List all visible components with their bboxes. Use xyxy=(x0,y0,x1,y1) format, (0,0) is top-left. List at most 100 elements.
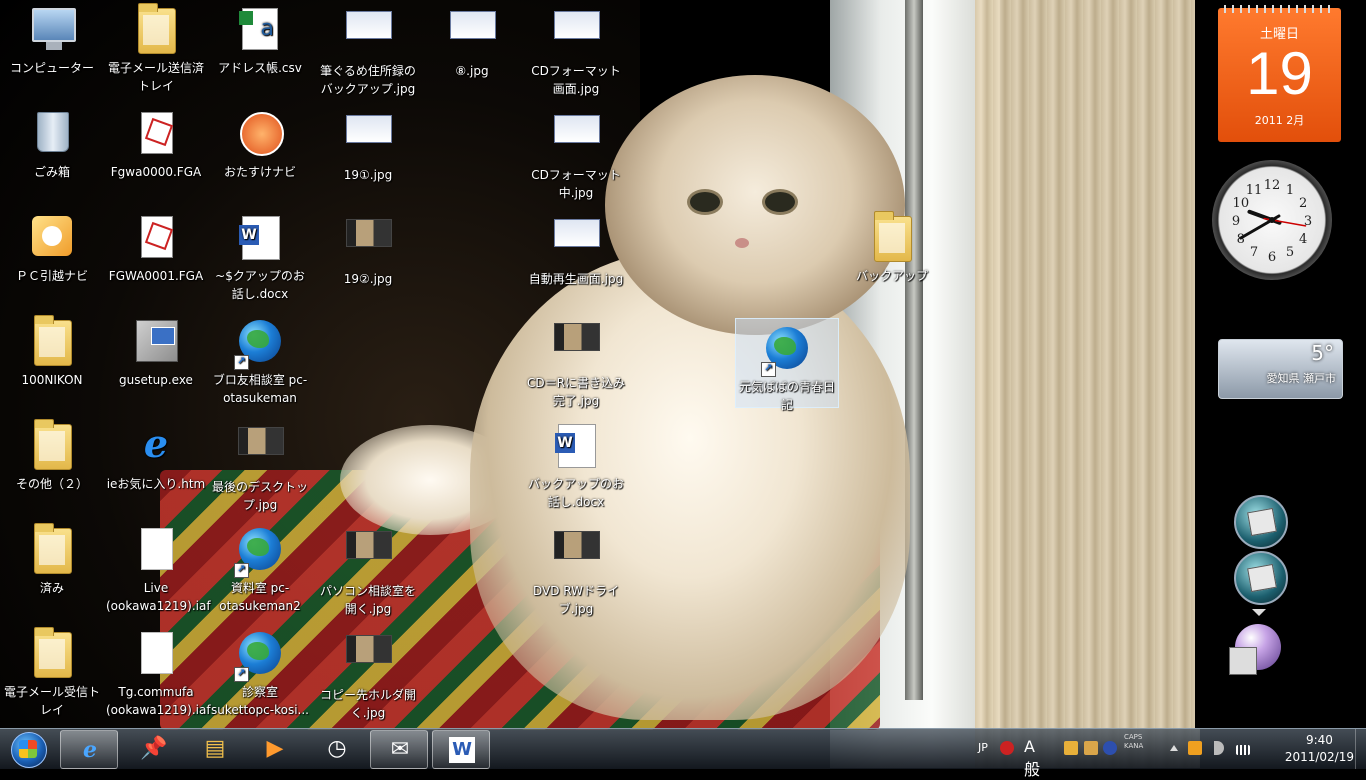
taskbar-clock-app-button[interactable]: ◷ xyxy=(308,730,364,767)
media-player-icon: ▶ xyxy=(266,736,284,761)
clock-numeral: 6 xyxy=(1268,250,1276,265)
thumbdark-icon xyxy=(552,323,600,371)
desktop-icon[interactable]: a アドレス帳.csv xyxy=(208,0,312,77)
clock-numeral: 8 xyxy=(1237,232,1245,247)
desktop-icon[interactable]: コンピューター xyxy=(0,0,104,77)
windows-logo-icon xyxy=(19,740,37,758)
language-indicator[interactable]: JP xyxy=(978,741,988,754)
volume-icon[interactable] xyxy=(1214,741,1224,755)
taskbar-media-player-button[interactable]: ▶ xyxy=(246,730,302,767)
ime-dictionary-icon[interactable] xyxy=(1084,741,1098,755)
taskbar-internet-explorer-button[interactable]: e xyxy=(60,730,118,769)
desktop-icon-label: その他（２） xyxy=(15,477,88,491)
desktop-icon[interactable]: Fgwa0000.FGA xyxy=(104,104,208,181)
desktop-icon[interactable]: ↗ ブロ友相談室 pc-otasukeman xyxy=(208,312,312,407)
thumb-icon xyxy=(552,115,600,163)
desktop-icon[interactable]: コピー先ホルダ開く.jpg xyxy=(316,624,420,722)
desktop-icon[interactable]: ~$クアップのお話し.docx xyxy=(208,208,312,303)
desktop-icon[interactable]: ↗ 資料室 pc-otasukeman2 xyxy=(208,520,312,615)
desktop-icon-label: 電子メール送信済トレイ xyxy=(107,61,204,93)
ime-icon[interactable] xyxy=(1000,741,1014,755)
desktop-icon[interactable]: 電子メール送信済トレイ xyxy=(104,0,208,95)
slideshow-gadget-button[interactable] xyxy=(1234,551,1288,605)
thumb-icon xyxy=(448,11,496,59)
help-icon[interactable] xyxy=(1103,741,1117,755)
desktop-icon[interactable]: 19②.jpg xyxy=(316,208,420,288)
clock-gadget[interactable]: 12 1 2 3 4 5 6 7 8 9 10 11 xyxy=(1212,160,1332,280)
thumb-icon xyxy=(344,11,392,59)
wallpaper-window-frame xyxy=(905,0,923,700)
desktop-icon[interactable]: 19①.jpg xyxy=(316,104,420,184)
ime-mode[interactable]: A 般 xyxy=(1024,737,1040,780)
clock-numeral: 4 xyxy=(1299,232,1307,247)
ime-tool-icon[interactable] xyxy=(1064,741,1078,755)
desktop-icon[interactable]: CDフォーマット画面.jpg xyxy=(524,0,628,98)
thumbdark-icon xyxy=(236,427,284,475)
desktop-icon-label: FGWA0001.FGA xyxy=(108,269,204,283)
desktop-icon[interactable]: e ieお気に入り.htm xyxy=(104,416,208,493)
caps-kana-indicator: CAPS KANA xyxy=(1124,733,1143,751)
taskbar-word-button[interactable]: W xyxy=(432,730,490,769)
clock-numeral: 3 xyxy=(1304,214,1312,229)
desktop-icon[interactable]: ＰＣ引越ナビ xyxy=(0,208,104,285)
desktop-icon[interactable]: CD＝Rに書き込み完了.jpg xyxy=(524,312,628,410)
desktop-icon-label: 19②.jpg xyxy=(343,272,393,286)
desktop-icon[interactable]: 済み xyxy=(0,520,104,597)
blank-icon xyxy=(132,528,180,576)
folder-icon xyxy=(28,627,76,680)
desktop-icon[interactable]: ごみ箱 xyxy=(0,104,104,181)
calendar-gadget[interactable]: 土曜日 19 2011 2月 xyxy=(1218,5,1341,142)
desktop-icon[interactable]: 自動再生画面.jpg xyxy=(524,208,628,288)
mail-icon: ✉ xyxy=(390,737,410,762)
photo-gadget-button[interactable] xyxy=(1234,495,1288,549)
desktop-icon[interactable]: 100NIKON xyxy=(0,312,104,389)
desktop-icon[interactable]: 最後のデスクトップ.jpg xyxy=(208,416,312,514)
chevron-down-icon[interactable] xyxy=(1252,609,1266,616)
weather-temperature: 5° xyxy=(1311,341,1334,365)
taskbar-pushpin-button[interactable]: 📌 xyxy=(124,730,180,767)
notification-icon[interactable] xyxy=(1188,741,1202,755)
desktop-icon[interactable]: バックアップのお話し.docx xyxy=(524,416,628,511)
desktop-icon[interactable]: Tg.commufa (ookawa1219).iaf xyxy=(104,624,211,719)
desktop-icon[interactable]: パソコン相談室を開く.jpg xyxy=(316,520,420,618)
thumb-icon xyxy=(552,11,600,59)
blank-icon xyxy=(132,632,180,680)
taskbar-date: 2011/02/19 xyxy=(1284,750,1354,764)
desktop-icon-label: コピー先ホルダ開く.jpg xyxy=(319,688,416,720)
desktop-icon[interactable]: ↗ 元気ばばの青春日記 xyxy=(735,318,839,412)
desktop-icon[interactable]: 電子メール受信トレイ xyxy=(0,624,104,719)
word-icon xyxy=(552,424,600,472)
taskbar-clock[interactable]: 9:40 2011/02/19 xyxy=(1285,732,1354,766)
desktop-icon[interactable]: 筆ぐるめ住所録のバックアップ.jpg xyxy=(316,0,420,98)
start-button[interactable] xyxy=(4,730,52,768)
show-desktop-button[interactable] xyxy=(1355,729,1366,769)
clock-numeral: 10 xyxy=(1233,196,1250,211)
desktop-icon[interactable]: ⑧.jpg xyxy=(420,0,524,80)
setup-icon xyxy=(132,320,180,368)
desktop-icon[interactable]: CDフォーマット中.jpg xyxy=(524,104,628,202)
wallpaper-curtain xyxy=(975,0,1200,768)
desktop-icon[interactable]: その他（２） xyxy=(0,416,104,493)
wallpaper-cat-head xyxy=(605,75,905,335)
clock-numeral: 11 xyxy=(1246,183,1263,198)
calendar-year-month: 2011 2月 xyxy=(1254,114,1305,127)
fga-icon xyxy=(132,216,180,264)
show-hidden-icons-icon[interactable] xyxy=(1170,745,1178,751)
desktop-icon[interactable]: バックアップ xyxy=(840,208,944,285)
desktop-icon[interactable]: Live (ookawa1219).iaf xyxy=(104,520,211,615)
desktop-icon[interactable]: DVD RWドライブ.jpg xyxy=(524,520,628,618)
wallpaper-cat-nose xyxy=(735,238,749,248)
taskbar-mail-button[interactable]: ✉ xyxy=(370,730,428,769)
desktop-icon[interactable]: ↗ 診察室 sukettopc-kosi... xyxy=(208,624,312,719)
desktop-icon-label: Live (ookawa1219).iaf xyxy=(106,581,211,613)
network-icon[interactable] xyxy=(1236,745,1250,755)
globe-icon: ↗ xyxy=(234,320,284,370)
desktop-icon[interactable]: gusetup.exe xyxy=(104,312,208,389)
taskbar-file-explorer-button[interactable]: ▤ xyxy=(186,730,242,767)
desktop-icon[interactable]: FGWA0001.FGA xyxy=(104,208,208,285)
desktop-icon-label: 電子メール受信トレイ xyxy=(3,685,100,717)
desktop-icon-label: バックアップ xyxy=(855,269,928,283)
desktop-icon[interactable]: おたすけナビ xyxy=(208,104,312,181)
weather-gadget[interactable]: 5° 愛知県 瀬戸市 xyxy=(1218,339,1343,399)
desktop-icon-label: ieお気に入り.htm xyxy=(106,477,206,491)
